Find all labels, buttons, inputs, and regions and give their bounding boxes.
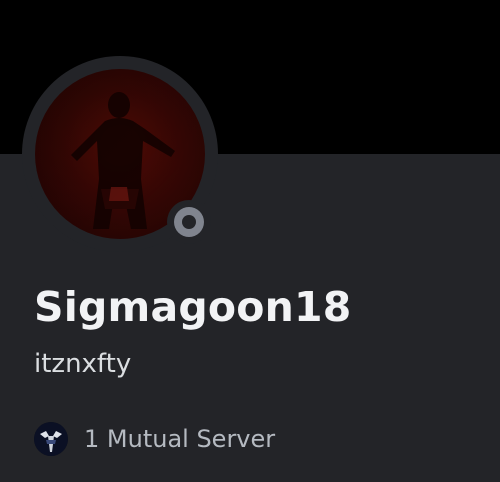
server-icon: [34, 422, 68, 456]
mutual-servers-row[interactable]: 1 Mutual Server: [34, 422, 275, 456]
status-dot-hole: [182, 215, 196, 229]
display-name: Sigmagoon18: [34, 283, 352, 331]
profile-card: Sigmagoon18 itznxfty 1 Mutual Server: [0, 0, 500, 482]
mutual-servers-label: 1 Mutual Server: [84, 425, 276, 453]
username: itznxfty: [34, 349, 132, 379]
